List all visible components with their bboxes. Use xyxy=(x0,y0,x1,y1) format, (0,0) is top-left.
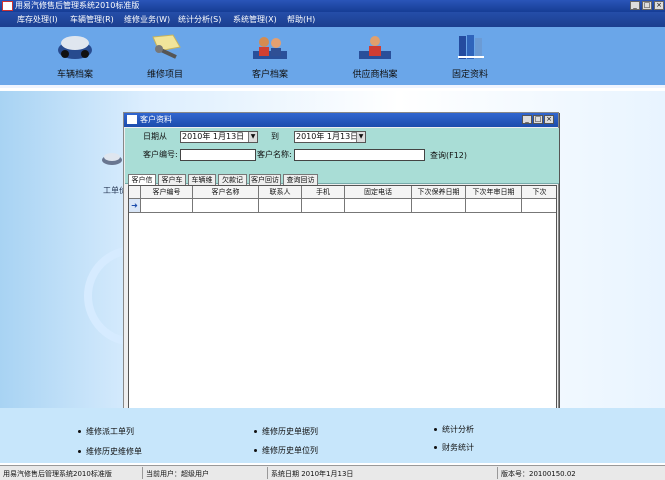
customer-file-label: 客户档案 xyxy=(251,70,288,80)
date-to-value: 2010年 1月13日 xyxy=(296,132,359,141)
quick-link-finance[interactable]: 财务统计 xyxy=(434,442,474,453)
quick-link-history-units[interactable]: 维修历史单位列 xyxy=(254,445,318,456)
menu-statistics[interactable]: 统计分析(S) xyxy=(178,12,221,27)
status-current-user: 当前用户：超级用户 xyxy=(143,467,268,479)
column-customer-code[interactable]: 客户编号 xyxy=(141,186,193,199)
menu-vehicle[interactable]: 车辆管理(R) xyxy=(70,12,114,27)
supplier-file-button[interactable]: 供应商档案 xyxy=(335,33,415,85)
status-app-name: 用易汽修售后管理系统2010标准版 xyxy=(0,467,143,479)
grid-corner xyxy=(129,186,141,199)
current-row-indicator-icon[interactable]: ➜ xyxy=(129,199,141,213)
supplier-file-label: 供应商档案 xyxy=(352,70,398,80)
tab-query-followup[interactable]: 查询回访 xyxy=(283,174,318,185)
car-file-label: 车辆档案 xyxy=(56,70,93,80)
date-from-picker[interactable]: 2010年 1月13日 ▼ xyxy=(180,131,258,143)
menu-repair[interactable]: 维修业务(W) xyxy=(124,12,170,27)
grid-cell[interactable] xyxy=(259,199,302,213)
menu-system[interactable]: 系统管理(X) xyxy=(233,12,277,27)
customer-grid[interactable]: 客户编号 客户名称 联系人 手机 固定电话 下次保养日期 下次年审日期 下次 ➜ xyxy=(128,185,557,416)
column-next-maintenance[interactable]: 下次保养日期 xyxy=(412,186,466,199)
tab-customer-vehicles[interactable]: 客户车辆 xyxy=(158,174,186,194)
status-version: 版本号：20100150.02 xyxy=(501,470,576,478)
child-maximize-button[interactable]: □ xyxy=(533,115,543,124)
customer-code-input[interactable] xyxy=(180,149,256,161)
column-contact[interactable]: 联系人 xyxy=(259,186,302,199)
customer-name-label: 客户名称: xyxy=(257,150,292,159)
date-to-label: 到 xyxy=(271,132,279,141)
column-customer-name[interactable]: 客户名称 xyxy=(193,186,259,199)
main-toolbar: 车辆档案 维修项目 客户档案 供应商档案 固定资料 xyxy=(0,27,665,88)
customer-code-label: 客户编号: xyxy=(143,150,178,159)
car-file-icon xyxy=(56,33,94,61)
supplier-icon xyxy=(356,33,394,61)
column-next-inspection[interactable]: 下次年审日期 xyxy=(466,186,522,199)
date-to-dropdown-icon[interactable]: ▼ xyxy=(356,132,365,142)
grid-cell[interactable] xyxy=(345,199,412,213)
maximize-button[interactable]: □ xyxy=(642,1,652,10)
books-icon xyxy=(451,33,489,61)
tab-customer-info[interactable]: 客户信息 xyxy=(128,174,156,194)
customer-icon xyxy=(251,33,289,61)
quick-link-history-docs[interactable]: 维修历史单据列 xyxy=(254,426,318,437)
query-button[interactable]: 查询(F12) xyxy=(430,150,467,161)
tab-debt-records[interactable]: 欠款记录 xyxy=(218,174,247,194)
repair-items-label: 维修项目 xyxy=(146,70,183,80)
customer-name-input[interactable] xyxy=(294,149,425,161)
child-minimize-button[interactable]: _ xyxy=(522,115,532,124)
customer-file-button[interactable]: 客户档案 xyxy=(230,33,310,85)
tab-customer-followup[interactable]: 客户回访 xyxy=(249,174,281,185)
background-car-icon xyxy=(102,153,122,165)
fixed-data-label: 固定资料 xyxy=(451,70,488,80)
grid-cell[interactable] xyxy=(522,199,556,213)
menu-inventory[interactable]: 库存处理(I) xyxy=(17,12,58,27)
child-window-icon xyxy=(127,115,137,124)
date-from-value: 2010年 1月13日 xyxy=(182,132,245,141)
date-from-label: 日期从 xyxy=(143,132,167,141)
quick-links-panel: 维修派工单列 维修历史单据列 统计分析 维修历史维修单 维修历史单位列 财务统计 xyxy=(0,408,665,463)
status-system-date: 系统日期 2010年1月13日 xyxy=(268,467,498,479)
date-to-picker[interactable]: 2010年 1月13日 ▼ xyxy=(294,131,366,143)
application-icon xyxy=(2,1,13,11)
column-next-truncated[interactable]: 下次 xyxy=(522,186,556,199)
grid-cell[interactable] xyxy=(302,199,345,213)
tab-vehicle-repair[interactable]: 车辆维修 xyxy=(188,174,216,194)
grid-cell[interactable] xyxy=(141,199,193,213)
application-window: 用易汽修售后管理系统2010标准版 _ □ × 库存处理(I) 车辆管理(R) … xyxy=(0,0,665,480)
child-window-title: 客户资料 xyxy=(140,115,172,124)
quick-link-work-orders[interactable]: 维修派工单列 xyxy=(78,426,134,437)
customer-data-window: 客户资料 _ □ × 日期从 2010年 1月13日 ▼ 到 2010年 1月1… xyxy=(123,112,559,419)
child-title-bar: 客户资料 _ □ × xyxy=(124,113,558,127)
window-title: 用易汽修售后管理系统2010标准版 xyxy=(15,1,140,10)
status-bar: 用易汽修售后管理系统2010标准版 当前用户：超级用户 系统日期 2010年1月… xyxy=(0,465,665,480)
menu-bar: 库存处理(I) 车辆管理(R) 维修业务(W) 统计分析(S) 系统管理(X) … xyxy=(0,12,665,27)
menu-help[interactable]: 帮助(H) xyxy=(287,12,315,27)
quick-link-statistics[interactable]: 统计分析 xyxy=(434,424,474,435)
column-phone[interactable]: 固定电话 xyxy=(345,186,412,199)
date-from-dropdown-icon[interactable]: ▼ xyxy=(248,132,257,142)
minimize-button[interactable]: _ xyxy=(630,1,640,10)
quick-link-history-repairs[interactable]: 维修历史维修单 xyxy=(78,446,142,457)
child-close-button[interactable]: × xyxy=(544,115,554,124)
grid-cell[interactable] xyxy=(193,199,259,213)
wrench-icon xyxy=(146,33,184,61)
repair-items-button[interactable]: 维修项目 xyxy=(125,33,205,85)
close-button[interactable]: × xyxy=(654,1,664,10)
grid-cell[interactable] xyxy=(412,199,466,213)
column-mobile[interactable]: 手机 xyxy=(302,186,345,199)
car-file-button[interactable]: 车辆档案 xyxy=(35,33,115,85)
fixed-data-button[interactable]: 固定资料 xyxy=(430,33,510,85)
grid-cell[interactable] xyxy=(466,199,522,213)
title-bar: 用易汽修售后管理系统2010标准版 _ □ × xyxy=(0,0,665,12)
